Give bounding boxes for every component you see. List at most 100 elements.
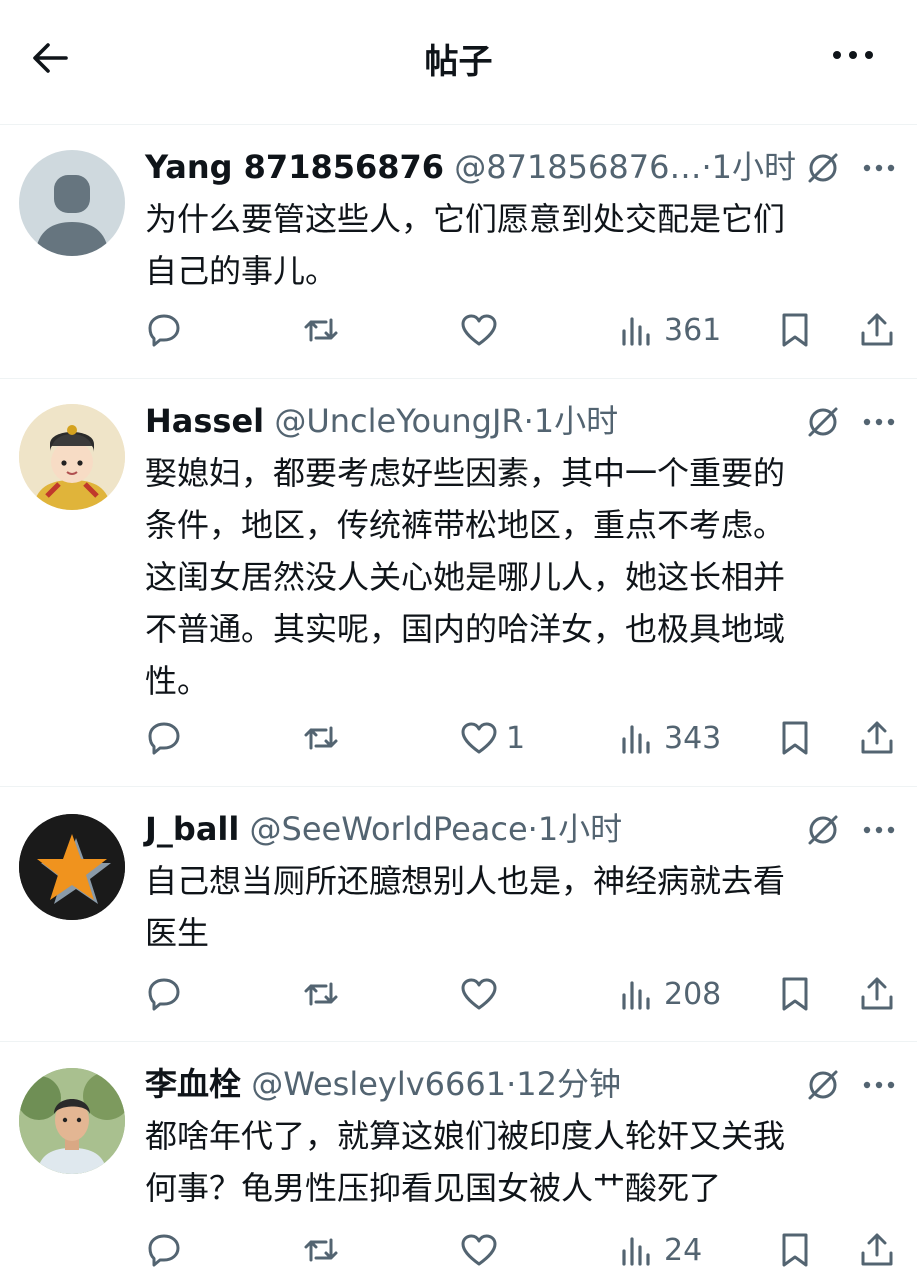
display-name[interactable]: 李血栓 bbox=[145, 1065, 241, 1103]
grok-icon[interactable] bbox=[806, 405, 840, 439]
bookmark-button[interactable] bbox=[776, 1228, 814, 1272]
avatar[interactable] bbox=[19, 404, 125, 510]
tweet-header: 李血栓 @Wesleylv6661·12分钟 bbox=[145, 1062, 877, 1106]
bookmark-button[interactable] bbox=[776, 716, 814, 760]
views-icon bbox=[622, 1237, 650, 1266]
views-icon bbox=[622, 981, 650, 1010]
tweet[interactable]: 李血栓 @Wesleylv6661·12分钟 都啥年代了，就算这娘们被印度人轮奸… bbox=[0, 1042, 917, 1280]
timestamp[interactable]: 1小时 bbox=[534, 402, 618, 440]
view-count: 343 bbox=[664, 720, 722, 756]
avatar[interactable] bbox=[19, 814, 125, 920]
tweet-text-line: 自己想当厕所还臆想别人也是，神经病就去看 bbox=[145, 862, 786, 900]
more-horizontal-icon[interactable] bbox=[862, 1080, 896, 1090]
bookmark-button[interactable] bbox=[776, 972, 814, 1016]
like-button[interactable]: 1 bbox=[460, 716, 525, 760]
share-button[interactable] bbox=[858, 972, 896, 1016]
views-button[interactable]: 24 bbox=[618, 1228, 702, 1272]
retweet-icon bbox=[304, 982, 338, 1006]
reply-icon bbox=[148, 314, 180, 347]
tweet[interactable]: Yang 871856876 @871856876…·1小时 为什么要管这些人，… bbox=[0, 125, 917, 379]
tweet-actions: 24 bbox=[0, 1228, 917, 1272]
like-button[interactable] bbox=[460, 308, 506, 352]
separator-dot: · bbox=[527, 810, 538, 848]
reply-button[interactable] bbox=[145, 716, 183, 760]
retweet-icon bbox=[304, 1238, 338, 1262]
bookmark-icon bbox=[782, 313, 808, 347]
timestamp[interactable]: 12分钟 bbox=[516, 1065, 621, 1103]
display-name[interactable]: Hassel bbox=[145, 402, 264, 440]
avatar[interactable] bbox=[19, 1068, 125, 1174]
tweet-text: 为什么要管这些人，它们愿意到处交配是它们 自己的事儿。 bbox=[145, 193, 880, 297]
separator-dot: · bbox=[506, 1065, 517, 1103]
reply-icon bbox=[148, 978, 180, 1011]
more-horizontal-icon[interactable] bbox=[862, 417, 896, 427]
user-handle[interactable]: @871856876… bbox=[454, 148, 701, 186]
share-button[interactable] bbox=[858, 1228, 896, 1272]
views-button[interactable]: 343 bbox=[618, 716, 721, 760]
retweet-button[interactable] bbox=[302, 972, 340, 1016]
tweet-text-line: 为什么要管这些人，它们愿意到处交配是它们 bbox=[145, 200, 786, 238]
tweet-header: Yang 871856876 @871856876…·1小时 bbox=[145, 145, 877, 189]
heart-icon bbox=[461, 1234, 497, 1266]
reply-icon bbox=[148, 722, 180, 755]
grok-icon[interactable] bbox=[806, 813, 840, 847]
like-button[interactable] bbox=[460, 972, 506, 1016]
views-button[interactable]: 208 bbox=[618, 972, 721, 1016]
views-icon bbox=[622, 725, 650, 754]
retweet-icon bbox=[304, 726, 338, 750]
grok-icon[interactable] bbox=[806, 151, 840, 185]
display-name[interactable]: Yang 871856876 bbox=[145, 148, 444, 186]
reply-button[interactable] bbox=[145, 1228, 183, 1272]
tweet-text-line: 这闺女居然没人关心她是哪儿人，她这长相并 bbox=[145, 558, 786, 596]
views-icon bbox=[622, 317, 650, 346]
tweet-actions: 208 bbox=[0, 972, 917, 1016]
tweet-text: 自己想当厕所还臆想别人也是，神经病就去看 医生 bbox=[145, 855, 880, 959]
retweet-button[interactable] bbox=[302, 716, 340, 760]
tweet-header: Hassel @UncleYoungJR·1小时 bbox=[145, 399, 877, 443]
tweet-text: 娶媳妇，都要考虑好些因素，其中一个重要的 条件，地区，传统裤带松地区，重点不考虑… bbox=[145, 447, 880, 707]
user-handle[interactable]: @Wesleylv6661 bbox=[251, 1065, 506, 1103]
more-horizontal-icon[interactable] bbox=[862, 163, 896, 173]
bookmark-button[interactable] bbox=[776, 308, 814, 352]
bookmark-icon bbox=[782, 977, 808, 1011]
heart-icon bbox=[461, 722, 497, 754]
tweet-text-line: 娶媳妇，都要考虑好些因素，其中一个重要的 bbox=[145, 454, 786, 492]
user-handle[interactable]: @SeeWorldPeace bbox=[250, 810, 528, 848]
top-bar: 帖子 bbox=[0, 0, 917, 125]
separator-dot: · bbox=[523, 402, 534, 440]
like-count: 1 bbox=[506, 720, 526, 756]
tweet-actions: 361 bbox=[0, 308, 917, 352]
page-title: 帖子 bbox=[424, 42, 493, 82]
views-button[interactable]: 361 bbox=[618, 308, 721, 352]
retweet-button[interactable] bbox=[302, 308, 340, 352]
retweet-icon bbox=[304, 318, 338, 342]
user-handle[interactable]: @UncleYoungJR bbox=[274, 402, 523, 440]
tweet-text-line: 不普通。其实呢，国内的哈洋女，也极具地域 bbox=[145, 610, 786, 648]
bookmark-icon bbox=[782, 721, 808, 755]
tweet[interactable]: J_ball @SeeWorldPeace·1小时 自己想当厕所还臆想别人也是，… bbox=[0, 787, 917, 1042]
tweet-text-line: 条件，地区，传统裤带松地区，重点不考虑。 bbox=[145, 506, 786, 544]
grok-icon[interactable] bbox=[806, 1068, 840, 1102]
more-horizontal-icon[interactable] bbox=[831, 40, 875, 70]
share-button[interactable] bbox=[858, 716, 896, 760]
tweet[interactable]: Hassel @UncleYoungJR·1小时 娶媳妇，都要考虑好些因素，其中… bbox=[0, 379, 917, 787]
tweet-actions: 1 343 bbox=[0, 716, 917, 760]
timestamp[interactable]: 1小时 bbox=[712, 148, 796, 186]
avatar[interactable] bbox=[19, 150, 125, 256]
display-name[interactable]: J_ball bbox=[145, 810, 239, 848]
heart-icon bbox=[461, 978, 497, 1010]
share-icon bbox=[861, 977, 893, 1010]
tweet-text: 都啥年代了，就算这娘们被印度人轮奸又关我 何事？龟男性压抑看见国女被人艹酸死了 bbox=[145, 1110, 880, 1214]
more-horizontal-icon[interactable] bbox=[862, 825, 896, 835]
tweet-text-line: 自己的事儿。 bbox=[145, 252, 338, 290]
view-count: 361 bbox=[664, 312, 722, 348]
share-button[interactable] bbox=[858, 308, 896, 352]
tweet-text-line: 何事？龟男性压抑看见国女被人艹酸死了 bbox=[145, 1169, 722, 1207]
reply-button[interactable] bbox=[145, 308, 183, 352]
view-count: 24 bbox=[664, 1232, 703, 1268]
separator-dot: · bbox=[701, 148, 712, 186]
reply-button[interactable] bbox=[145, 972, 183, 1016]
timestamp[interactable]: 1小时 bbox=[538, 810, 622, 848]
retweet-button[interactable] bbox=[302, 1228, 340, 1272]
like-button[interactable] bbox=[460, 1228, 506, 1272]
